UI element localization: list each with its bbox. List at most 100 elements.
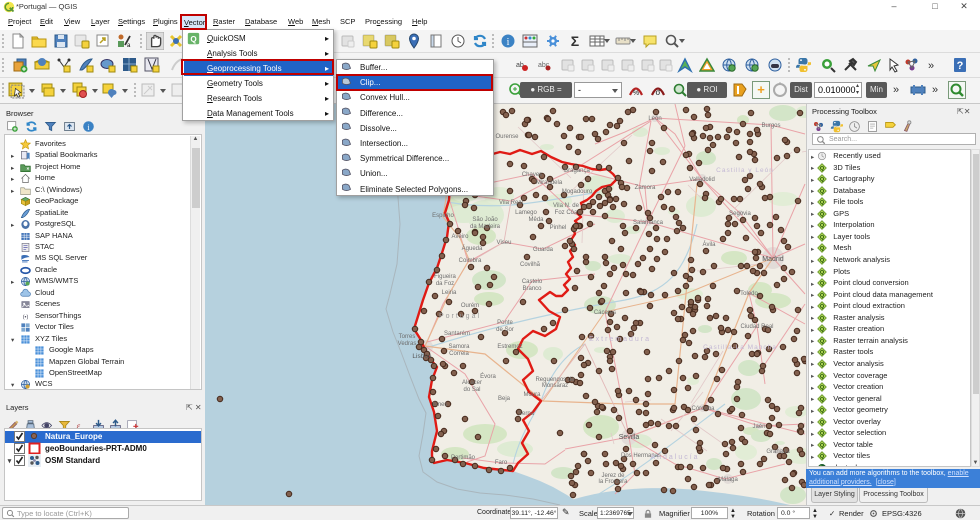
svg-text:do Sal: do Sal (463, 387, 480, 393)
svg-text:Q: Q (820, 339, 825, 345)
svg-text:Q: Q (820, 212, 825, 218)
svg-text:Q: Q (820, 397, 825, 403)
svg-text:Bragança: Bragança (564, 168, 590, 174)
svg-text:Guarda: Guarda (533, 247, 554, 253)
svg-text:?: ? (957, 60, 964, 72)
svg-text:Q: Q (820, 431, 825, 437)
svg-text:Jaén: Jaén (752, 424, 765, 430)
svg-text:Vila Real: Vila Real (499, 200, 523, 206)
svg-text:Ourém: Ourém (461, 303, 479, 309)
svg-text:Q: Q (820, 189, 825, 195)
svg-text:Q: Q (820, 374, 825, 380)
svg-text:Q: Q (820, 223, 825, 229)
svg-text:Pinhel: Pinhel (550, 225, 567, 231)
svg-text:Q: Q (820, 351, 825, 357)
svg-text:da Foz: da Foz (436, 281, 454, 287)
svg-text:Σ: Σ (571, 33, 579, 49)
svg-text:Ponte: Ponte (497, 320, 513, 326)
svg-text:Q: Q (820, 200, 825, 206)
svg-text:Covilhã: Covilhã (520, 262, 541, 268)
svg-text:Lamego: Lamego (515, 210, 537, 216)
svg-text:Q: Q (820, 281, 825, 287)
svg-text:Q: Q (820, 258, 825, 264)
svg-text:Sines: Sines (432, 402, 447, 408)
svg-text:Évora: Évora (480, 373, 496, 380)
svg-text:Burgos: Burgos (761, 123, 780, 129)
svg-text:de Sor: de Sor (496, 327, 514, 333)
svg-text:%: % (633, 90, 639, 97)
svg-text:Vila N. de: Vila N. de (553, 203, 580, 209)
svg-text:Lisboa: Lisboa (412, 353, 432, 360)
svg-text:Santarém: Santarém (444, 331, 470, 337)
svg-text:Q: Q (820, 247, 825, 253)
svg-text:Beja: Beja (498, 396, 511, 402)
svg-text:la Frontera: la Frontera (598, 479, 628, 485)
svg-text:Alcácer: Alcácer (462, 380, 482, 386)
svg-text:Q: Q (820, 408, 825, 414)
svg-text:Serpa: Serpa (518, 411, 535, 417)
svg-text:Samora: Samora (448, 344, 470, 350)
svg-text:a: a (127, 43, 131, 49)
svg-text:Toledo: Toledo (740, 291, 758, 297)
svg-text:Castilla-La Mancha: Castilla-La Mancha (703, 344, 777, 351)
svg-text:Málaga: Málaga (718, 477, 738, 483)
svg-text:Moura: Moura (523, 392, 541, 398)
svg-text:Mogadouro: Mogadouro (562, 189, 593, 195)
svg-text:Ourense: Ourense (495, 134, 519, 140)
svg-text:Granada: Granada (766, 449, 790, 455)
svg-text:Q: Q (820, 327, 825, 333)
svg-text:i: i (507, 37, 510, 48)
svg-text:Castilla y León: Castilla y León (716, 167, 774, 174)
svg-text:Q: Q (820, 166, 825, 172)
svg-text:Branco: Branco (522, 286, 542, 292)
svg-text:Q: Q (820, 420, 825, 426)
svg-text:Q: Q (820, 293, 825, 299)
svg-text:Q: Q (190, 34, 196, 43)
svg-text:Portugal: Portugal (439, 313, 481, 320)
svg-text:Q: Q (820, 177, 825, 183)
svg-text:Q: Q (820, 443, 825, 449)
svg-text:Extremadura: Extremadura (589, 336, 651, 343)
svg-text:Coimbra: Coimbra (459, 258, 482, 264)
svg-text:(•): (•) (23, 315, 29, 321)
svg-text:Foz Côa: Foz Côa (555, 210, 578, 216)
svg-text:Q: Q (820, 270, 825, 276)
svg-text:Monsaraz: Monsaraz (542, 383, 568, 389)
svg-text:Cáceres: Cáceres (594, 310, 616, 316)
svg-text:Leiria: Leiria (442, 290, 457, 296)
svg-text:Q: Q (820, 235, 825, 241)
svg-text:Q: Q (820, 304, 825, 310)
svg-text:Córdoba: Córdoba (691, 406, 715, 412)
svg-text:Andalucía: Andalucía (650, 454, 699, 461)
svg-text:León: León (648, 116, 661, 122)
svg-text:Vedras: Vedras (398, 341, 417, 347)
svg-text:da Madeira: da Madeira (470, 224, 501, 230)
svg-text:Aveiro: Aveiro (452, 234, 470, 240)
svg-text:Ciudad Real: Ciudad Real (740, 324, 773, 330)
svg-text:Q: Q (820, 385, 825, 391)
svg-text:São João: São João (472, 217, 498, 223)
svg-text:Salamanca: Salamanca (633, 220, 664, 226)
svg-text:Faro: Faro (495, 460, 508, 466)
svg-text:Torres: Torres (399, 334, 416, 340)
svg-text:Ávila: Ávila (702, 241, 716, 248)
svg-text:Espinho: Espinho (432, 213, 454, 219)
svg-text:Mêda: Mêda (528, 217, 544, 223)
svg-text:Viseu: Viseu (497, 240, 512, 246)
svg-text:Chaves: Chaves (522, 172, 542, 178)
svg-text:Águeda: Águeda (462, 245, 483, 252)
svg-text:Valladolid: Valladolid (689, 177, 715, 183)
svg-text:Portimão: Portimão (451, 455, 476, 461)
svg-text:Q: Q (820, 316, 825, 322)
svg-text:Zamora: Zamora (635, 185, 656, 191)
svg-text:Figueira: Figueira (434, 274, 456, 280)
svg-text:Correia: Correia (449, 351, 469, 357)
svg-text:Mirandela: Mirandela (536, 180, 563, 186)
svg-text:Castelo: Castelo (522, 279, 543, 285)
svg-text:Segovia: Segovia (729, 211, 751, 217)
svg-text:Q: Q (820, 362, 825, 368)
svg-text:Sevilla: Sevilla (619, 434, 640, 441)
svg-text:Estremoz: Estremoz (497, 344, 522, 350)
svg-text:Q: Q (820, 454, 825, 460)
svg-text:Madrid: Madrid (762, 256, 784, 263)
